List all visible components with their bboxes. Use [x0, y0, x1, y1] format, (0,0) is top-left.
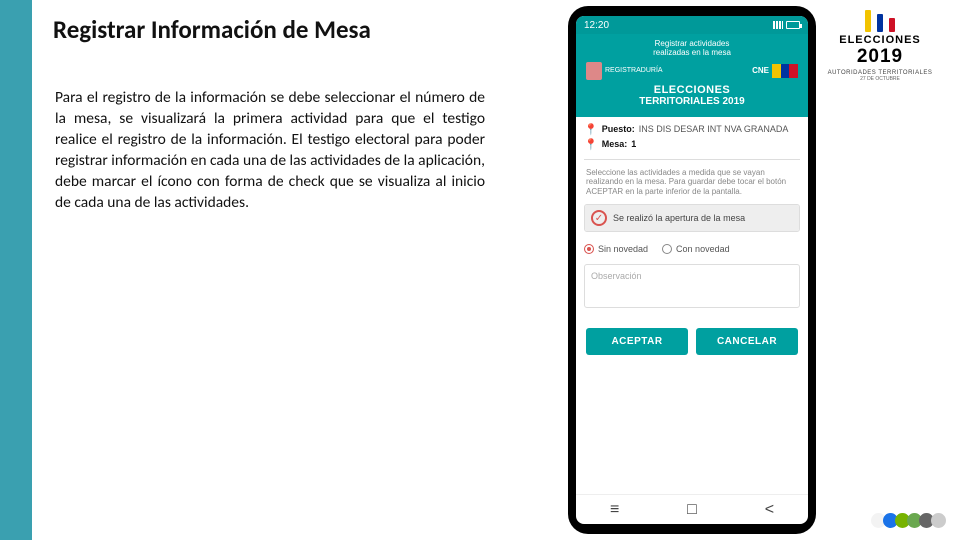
logo-sub2: 27 DE OCTUBRE: [820, 76, 940, 82]
brand-left-label: REGISTRADURÍA: [605, 67, 663, 74]
radio-label: Sin novedad: [598, 244, 648, 254]
button-row: ACEPTAR CANCELAR: [576, 318, 808, 365]
puesto-value: INS DIS DESAR INT NVA GRANADA: [639, 124, 789, 134]
logo-word: ELECCIONES: [820, 34, 940, 46]
recents-icon[interactable]: ≡: [610, 501, 619, 519]
mesa-label: Mesa:: [602, 139, 628, 149]
phone-screen: 12:20 Registrar actividades realizadas e…: [576, 16, 808, 524]
app-header: Registrar actividades realizadas en la m…: [576, 34, 808, 117]
status-time: 12:20: [584, 20, 609, 31]
divider: [584, 159, 800, 160]
radio-no-novelty[interactable]: Sin novedad: [584, 244, 648, 254]
slide-title: Registrar Información de Mesa: [53, 14, 371, 45]
brand-right: CNE: [752, 64, 798, 78]
slide-body: Para el registro de la información se de…: [55, 88, 485, 214]
android-navbar: ≡ □ <: [576, 494, 808, 524]
check-icon[interactable]: ✓: [591, 210, 607, 226]
puesto-label: Puesto:: [602, 124, 635, 134]
status-bar: 12:20: [576, 16, 808, 34]
logo-year: 2019: [820, 46, 940, 68]
battery-icon: [786, 21, 800, 29]
header-title3: TERRITORIALES 2019: [580, 96, 804, 107]
pager-dots: [874, 513, 946, 528]
cancel-button[interactable]: CANCELAR: [696, 328, 798, 355]
back-icon[interactable]: <: [765, 501, 774, 519]
radio-icon: [662, 244, 672, 254]
radio-label: Con novedad: [676, 244, 730, 254]
accent-bar: [0, 0, 32, 540]
radio-icon: [584, 244, 594, 254]
activity-card: ✓ Se realizó la apertura de la mesa: [584, 204, 800, 232]
shield-icon: [586, 62, 602, 80]
mesa-row: 📍 Mesa: 1: [576, 138, 808, 153]
radio-group: Sin novedad Con novedad: [576, 238, 808, 260]
flag-icon: [820, 10, 940, 32]
activity-label: Se realizó la apertura de la mesa: [613, 213, 745, 223]
signal-icon: [773, 21, 783, 29]
observation-input[interactable]: Observación: [584, 264, 800, 308]
header-line2: realizadas en la mesa: [580, 49, 804, 58]
phone-mockup: 12:20 Registrar actividades realizadas e…: [568, 6, 816, 534]
instructions: Seleccione las actividades a medida que …: [576, 166, 808, 199]
activity-header[interactable]: ✓ Se realizó la apertura de la mesa: [585, 205, 799, 231]
header-title2: ELECCIONES: [580, 84, 804, 96]
mesa-value: 1: [631, 139, 636, 149]
puesto-row: 📍 Puesto: INS DIS DESAR INT NVA GRANADA: [576, 117, 808, 138]
elections-logo: ELECCIONES 2019 AUTORIDADES TERRITORIALE…: [820, 10, 940, 82]
radio-with-novelty[interactable]: Con novedad: [662, 244, 730, 254]
accept-button[interactable]: ACEPTAR: [586, 328, 688, 355]
brand-left: REGISTRADURÍA: [586, 62, 663, 80]
home-icon[interactable]: □: [687, 501, 697, 519]
cne-label: CNE: [752, 66, 769, 75]
pin-icon: 📍: [584, 138, 598, 151]
flag-mini-icon: [772, 64, 798, 78]
pin-icon: 📍: [584, 123, 598, 136]
